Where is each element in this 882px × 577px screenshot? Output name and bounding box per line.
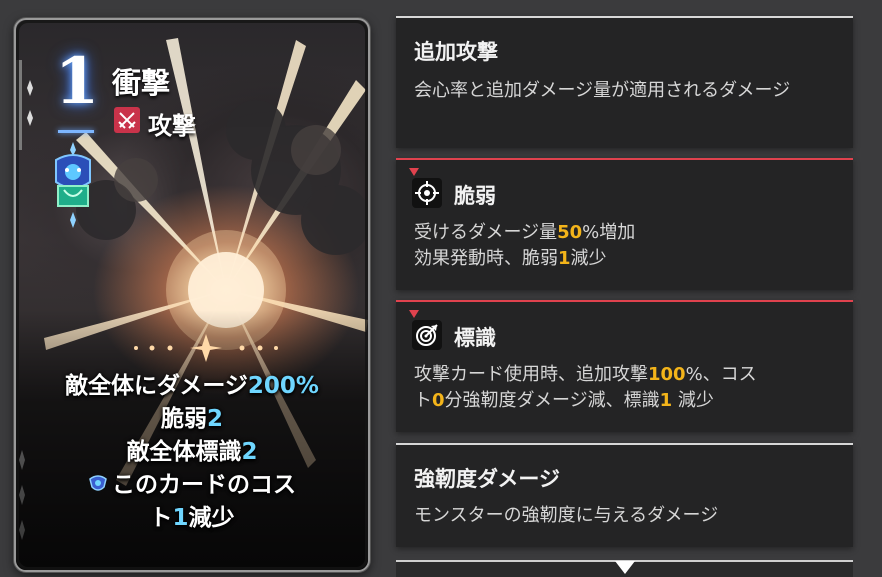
bullseye-mark-icon [412,320,442,350]
crosshair-target-icon [412,178,442,208]
keyword-tooltip-vulnerable: 脆弱 受けるダメージ量50%増加 効果発動時、脆弱1減少 [396,158,853,290]
tooltip-title: 追加攻撃 [414,40,498,64]
skill-card[interactable]: 1 衝撃 攻撃 敵全体にダメージ200% 脆弱2 敵全体標識2 このカードのコス… [14,18,370,572]
tooltip-desc: 攻撃カード使用時、追加攻撃100%、コス ト0分強靭度ダメージ減、標識1 減少 [414,364,757,411]
keyword-tooltip-follow-up-attack: 追加攻撃 会心率と追加ダメージ量が適用されるダメージ [396,16,853,148]
tooltip-corner-marker [409,168,419,176]
card-frame [16,20,368,570]
tooltip-desc: モンスターの強靭度に与えるダメージ [414,505,719,526]
tooltip-title: 強靭度ダメージ [414,467,560,491]
tooltip-desc: 受けるダメージ量50%増加 効果発動時、脆弱1減少 [414,222,636,269]
scroll-down-arrow-icon[interactable] [615,561,635,574]
tooltip-desc: 会心率と追加ダメージ量が適用されるダメージ [414,80,791,101]
keyword-tooltip-mark: 標識 攻撃カード使用時、追加攻撃100%、コス ト0分強靭度ダメージ減、標識1 … [396,300,853,432]
keyword-tooltip-toughness-damage: 強靭度ダメージ モンスターの強靭度に与えるダメージ [396,443,853,547]
tooltip-corner-marker [409,310,419,318]
tooltip-title: 標識 [454,326,496,350]
tooltip-title: 脆弱 [454,184,496,208]
